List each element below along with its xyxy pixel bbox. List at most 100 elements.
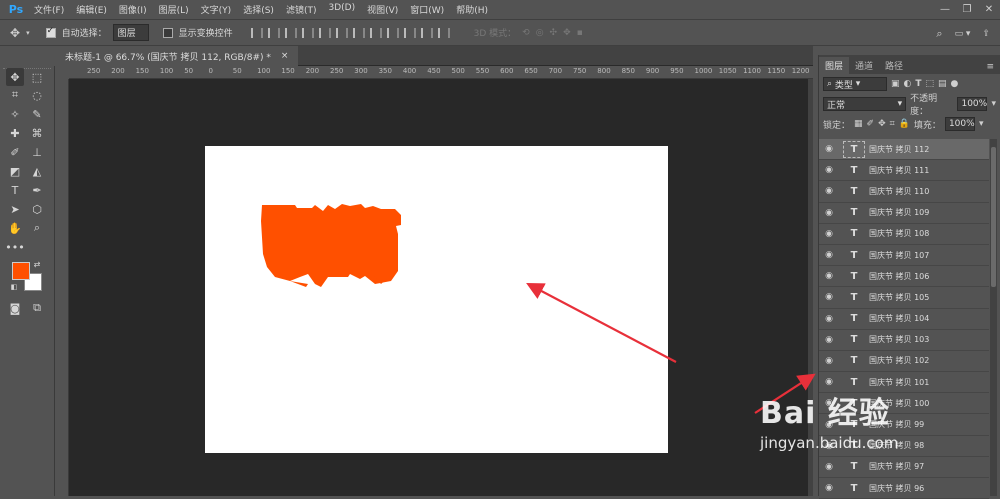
layer-row[interactable]: ◉ T 国庆节 拷贝 110 bbox=[819, 181, 989, 203]
more-tools-icon[interactable]: ••• bbox=[5, 238, 24, 256]
canvas-area[interactable] bbox=[69, 79, 808, 496]
visibility-eye-icon[interactable]: ◉ bbox=[819, 356, 839, 366]
tab-channels[interactable]: 通道 bbox=[849, 57, 879, 74]
visibility-eye-icon[interactable]: ◉ bbox=[819, 186, 839, 196]
filter-toggle-icon[interactable]: ● bbox=[951, 79, 959, 89]
show-transform-checkbox[interactable] bbox=[162, 27, 173, 38]
layer-row[interactable]: ◉ T 国庆节 拷贝 102 bbox=[819, 351, 989, 373]
3d-roll-icon[interactable]: ◎ bbox=[536, 28, 544, 38]
close-icon[interactable]: ✕ bbox=[978, 0, 1000, 19]
restore-icon[interactable]: ❐ bbox=[956, 0, 978, 19]
brush-tool-icon[interactable]: ✐ bbox=[6, 143, 24, 161]
stamp-tool-icon[interactable]: ⊥ bbox=[28, 143, 46, 161]
magic-wand-icon[interactable]: ✧ bbox=[6, 105, 24, 123]
pen-tool-icon[interactable]: ✒ bbox=[28, 181, 46, 199]
eraser-tool-icon[interactable]: ◩ bbox=[6, 162, 24, 180]
3d-slide-icon[interactable]: ✥ bbox=[563, 28, 571, 38]
quick-mask-icon[interactable]: ◙ bbox=[6, 299, 24, 317]
visibility-eye-icon[interactable]: ◉ bbox=[819, 462, 839, 472]
3d-rotate-icon[interactable]: ⟲ bbox=[522, 28, 530, 38]
marquee-tool-icon[interactable]: ⬚ bbox=[28, 68, 46, 86]
align-bottom-icon[interactable] bbox=[284, 27, 297, 38]
menu-item[interactable]: 选择(S) bbox=[237, 3, 280, 16]
foreground-color-swatch[interactable] bbox=[12, 262, 30, 280]
distribute-left-icon[interactable] bbox=[403, 27, 416, 38]
menu-item[interactable]: 视图(V) bbox=[361, 3, 404, 16]
blend-mode-dropdown[interactable]: 正常 ▾ bbox=[823, 97, 907, 111]
menu-item[interactable]: 滤镜(T) bbox=[280, 3, 323, 16]
menu-item[interactable]: 图像(I) bbox=[113, 3, 153, 16]
layer-row[interactable]: ◉ T 国庆节 拷贝 105 bbox=[819, 287, 989, 309]
layer-filter-dropdown[interactable]: ⌕ 类型 ▾ bbox=[823, 77, 887, 91]
chevron-down-icon[interactable]: ▾ bbox=[26, 29, 30, 37]
opacity-chevron-icon[interactable]: ▾ bbox=[991, 99, 996, 109]
visibility-eye-icon[interactable]: ◉ bbox=[819, 292, 839, 302]
visibility-eye-icon[interactable]: ◉ bbox=[819, 483, 839, 493]
menu-item[interactable]: 图层(L) bbox=[153, 3, 195, 16]
fill-input[interactable]: 100% bbox=[944, 117, 975, 131]
share-icon[interactable]: ⇪ bbox=[982, 29, 990, 39]
layer-row[interactable]: ◉ T 国庆节 拷贝 112 bbox=[819, 139, 989, 161]
layer-row[interactable]: ◉ T 国庆节 拷贝 103 bbox=[819, 330, 989, 351]
visibility-eye-icon[interactable]: ◉ bbox=[819, 377, 839, 387]
align-top-icon[interactable] bbox=[250, 27, 263, 38]
opacity-input[interactable]: 100% bbox=[957, 97, 988, 111]
minimize-icon[interactable]: — bbox=[934, 0, 956, 19]
lock-position-icon[interactable]: ✥ bbox=[878, 119, 886, 129]
menu-item[interactable]: 帮助(H) bbox=[450, 3, 494, 16]
visibility-eye-icon[interactable]: ◉ bbox=[819, 165, 839, 175]
workspace-icon[interactable]: ▭ ▾ bbox=[955, 29, 971, 39]
patch-tool-icon[interactable]: ⌘ bbox=[28, 124, 46, 142]
visibility-eye-icon[interactable]: ◉ bbox=[819, 335, 839, 345]
auto-select-dropdown[interactable]: 图层 bbox=[112, 24, 149, 41]
menu-item[interactable]: 文字(Y) bbox=[195, 3, 238, 16]
visibility-eye-icon[interactable]: ◉ bbox=[819, 314, 839, 324]
layers-scroll-thumb[interactable] bbox=[991, 147, 996, 287]
layer-row[interactable]: ◉ T 国庆节 拷贝 97 bbox=[819, 457, 989, 478]
menu-item[interactable]: 窗口(W) bbox=[404, 3, 450, 16]
layer-row[interactable]: ◉ T 国庆节 拷贝 107 bbox=[819, 245, 989, 267]
default-colors-icon[interactable]: ◧ bbox=[8, 281, 20, 293]
tab-layers[interactable]: 图层 bbox=[819, 57, 850, 74]
tab-close-icon[interactable]: × bbox=[281, 51, 289, 61]
lock-pixels-icon[interactable]: ✐ bbox=[867, 119, 875, 129]
layers-scrollbar[interactable] bbox=[990, 139, 997, 496]
hand-tool-icon[interactable]: ✋ bbox=[6, 219, 24, 237]
document-canvas[interactable] bbox=[205, 146, 668, 453]
layer-row[interactable]: ◉ T 国庆节 拷贝 108 bbox=[819, 224, 989, 245]
distribute-vcenter-icon[interactable] bbox=[369, 27, 382, 38]
filter-type-icon[interactable]: T bbox=[915, 79, 921, 89]
visibility-eye-icon[interactable]: ◉ bbox=[819, 271, 839, 281]
menu-item[interactable]: 文件(F) bbox=[28, 3, 70, 16]
path-select-icon[interactable]: ➤ bbox=[6, 200, 24, 218]
distribute-bottom-icon[interactable] bbox=[386, 27, 399, 38]
search-icon[interactable]: ⌕ bbox=[936, 27, 942, 41]
filter-shape-icon[interactable]: ⬚ bbox=[926, 79, 935, 89]
lasso-tool-icon[interactable]: ◌ bbox=[28, 86, 46, 104]
layer-row[interactable]: ◉ T 国庆节 拷贝 104 bbox=[819, 309, 989, 330]
lock-transparency-icon[interactable]: ▦ bbox=[854, 119, 863, 129]
tab-paths[interactable]: 路径 bbox=[879, 57, 909, 74]
panel-menu-icon[interactable]: ≡ bbox=[980, 60, 1000, 74]
align-right-icon[interactable] bbox=[335, 27, 348, 38]
3d-pan-icon[interactable]: ✣ bbox=[550, 28, 558, 38]
filter-pixel-icon[interactable]: ▣ bbox=[891, 79, 900, 89]
distribute-hcenter-icon[interactable] bbox=[420, 27, 433, 38]
visibility-eye-icon[interactable]: ◉ bbox=[819, 229, 839, 239]
paint-bucket-icon[interactable]: ◭ bbox=[28, 162, 46, 180]
crop-tool-icon[interactable]: ⌗ bbox=[6, 86, 24, 104]
distribute-right-icon[interactable] bbox=[437, 27, 450, 38]
align-hcenter-icon[interactable] bbox=[318, 27, 331, 38]
layer-row[interactable]: ◉ T 国庆节 拷贝 106 bbox=[819, 266, 989, 288]
filter-smart-icon[interactable]: ▤ bbox=[938, 79, 947, 89]
swap-colors-icon[interactable]: ⇄ bbox=[31, 258, 43, 270]
fill-chevron-icon[interactable]: ▾ bbox=[979, 119, 984, 129]
eyedropper-icon[interactable]: ✎ bbox=[28, 105, 46, 123]
visibility-eye-icon[interactable]: ◉ bbox=[819, 208, 839, 218]
document-tab[interactable]: 未标题-1 @ 66.7% (国庆节 拷贝 112, RGB/8#) * × bbox=[55, 46, 299, 66]
align-vcenter-icon[interactable] bbox=[267, 27, 280, 38]
layer-row[interactable]: ◉ T 国庆节 拷贝 109 bbox=[819, 203, 989, 224]
shape-tool-icon[interactable]: ⬡ bbox=[28, 200, 46, 218]
lock-artboard-icon[interactable]: ⌗ bbox=[890, 119, 895, 129]
lock-all-icon[interactable]: 🔒 bbox=[899, 119, 910, 129]
